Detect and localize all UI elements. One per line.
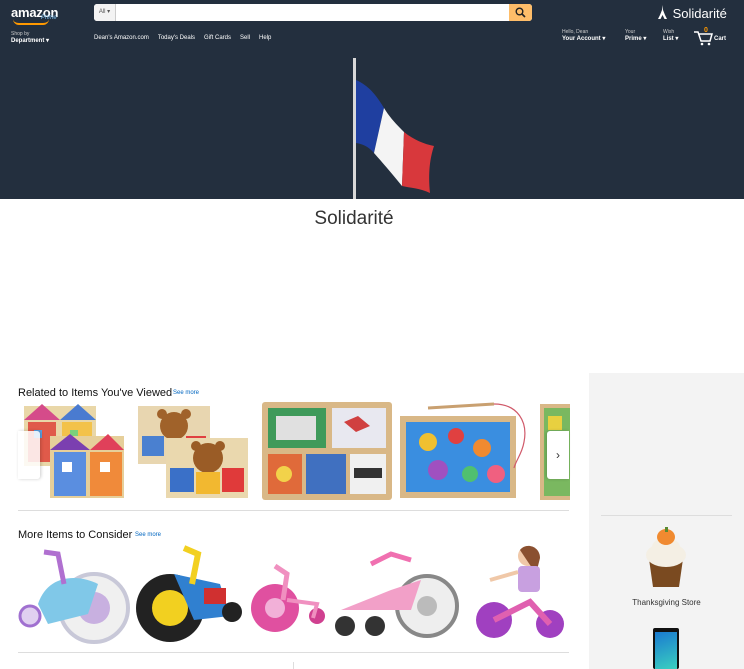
french-flag-banner[interactable] (340, 58, 450, 199)
shop-by-label: Shop by (11, 31, 30, 37)
product-pink-big-wheel[interactable] (331, 550, 465, 638)
product-frozen-tricycle[interactable] (18, 544, 130, 644)
product-image (400, 402, 526, 498)
product-latches-board[interactable] (262, 402, 392, 500)
your-account-menu[interactable]: Hello, Dean Your Account ▾ (562, 29, 605, 43)
nav-link-sell[interactable]: Sell (240, 35, 250, 41)
nav-link-gift-cards[interactable]: Gift Cards (204, 35, 231, 41)
search-category-dropdown[interactable]: All ▾ (94, 4, 116, 21)
french-flag-image (353, 58, 434, 199)
nav-link-todays-deals[interactable]: Today's Deals (158, 35, 195, 41)
nav-header: amazon Prime All ▾ Solidarité Shop by De… (0, 0, 744, 199)
eiffel-tower-icon (658, 5, 667, 19)
nav-link-help[interactable]: Help (259, 35, 271, 41)
section-divider (18, 510, 569, 511)
search-bar: All ▾ (94, 4, 532, 21)
more-see-more-link[interactable]: See more (135, 532, 161, 538)
logo-smile-icon (13, 19, 49, 25)
more-items-title: More Items to Consider (18, 529, 133, 541)
shop-by-department[interactable]: Shop by Department ▾ (11, 31, 49, 45)
page-title: Solidarité (314, 208, 394, 229)
carousel-next-button[interactable]: › (547, 431, 569, 479)
prime-top-label: Your (625, 29, 636, 35)
product-image (136, 545, 242, 642)
product-image (251, 563, 325, 632)
product-image (476, 545, 564, 638)
product-bear-board[interactable] (136, 402, 250, 500)
promo-text: Solidarité (672, 6, 727, 21)
thanksgiving-store-link[interactable]: Thanksgiving Store (589, 598, 744, 607)
section-divider (18, 652, 569, 653)
thanksgiving-store-image[interactable] (643, 525, 689, 589)
wish-list-menu[interactable]: Wish List ▾ (663, 29, 678, 43)
nav-links: Dean's Amazon.com Today's Deals Gift Car… (94, 35, 271, 41)
product-pink-tricycle[interactable] (247, 560, 327, 636)
cart-button[interactable]: 0 Cart (694, 27, 734, 46)
cart-label: Cart (714, 36, 727, 42)
wishlist-label: List (663, 36, 674, 42)
nav-link-deans-amazon[interactable]: Dean's Amazon.com (94, 35, 149, 41)
cupcake-icon (646, 527, 686, 587)
search-icon (515, 7, 526, 18)
search-input[interactable] (118, 5, 506, 20)
amazon-logo[interactable]: amazon Prime (11, 4, 71, 25)
right-rail: Thanksgiving Store (589, 373, 744, 669)
product-image (18, 549, 130, 644)
rail-divider (601, 515, 732, 516)
product-image (262, 402, 392, 500)
product-fishing-puzzle[interactable] (398, 402, 536, 500)
solidarite-promo[interactable]: Solidarité (658, 5, 727, 21)
department-label: Department (11, 38, 45, 44)
your-prime-menu[interactable]: Your Prime ▾ (625, 29, 646, 43)
account-greeting: Hello, Dean (562, 29, 589, 35)
product-image (335, 551, 459, 638)
cart-count: 0 (704, 27, 708, 34)
related-items-title: Related to Items You've Viewed (18, 387, 173, 399)
product-image (138, 406, 248, 498)
carousel-prev-button[interactable] (18, 431, 40, 479)
phone-screen (655, 632, 677, 669)
section-divider (293, 662, 294, 669)
account-label: Your Account (562, 36, 601, 42)
prime-label: Prime (625, 36, 642, 42)
search-button[interactable] (509, 4, 532, 21)
product-tricycle-with-girl[interactable] (470, 544, 568, 644)
chevron-right-icon: › (556, 448, 560, 462)
search-category-label: All (98, 9, 106, 15)
phone-promo-image[interactable] (653, 628, 679, 669)
product-yellow-tricycle[interactable] (134, 544, 244, 644)
related-see-more-link[interactable]: See more (173, 390, 199, 396)
wishlist-top-label: Wish (663, 29, 675, 35)
